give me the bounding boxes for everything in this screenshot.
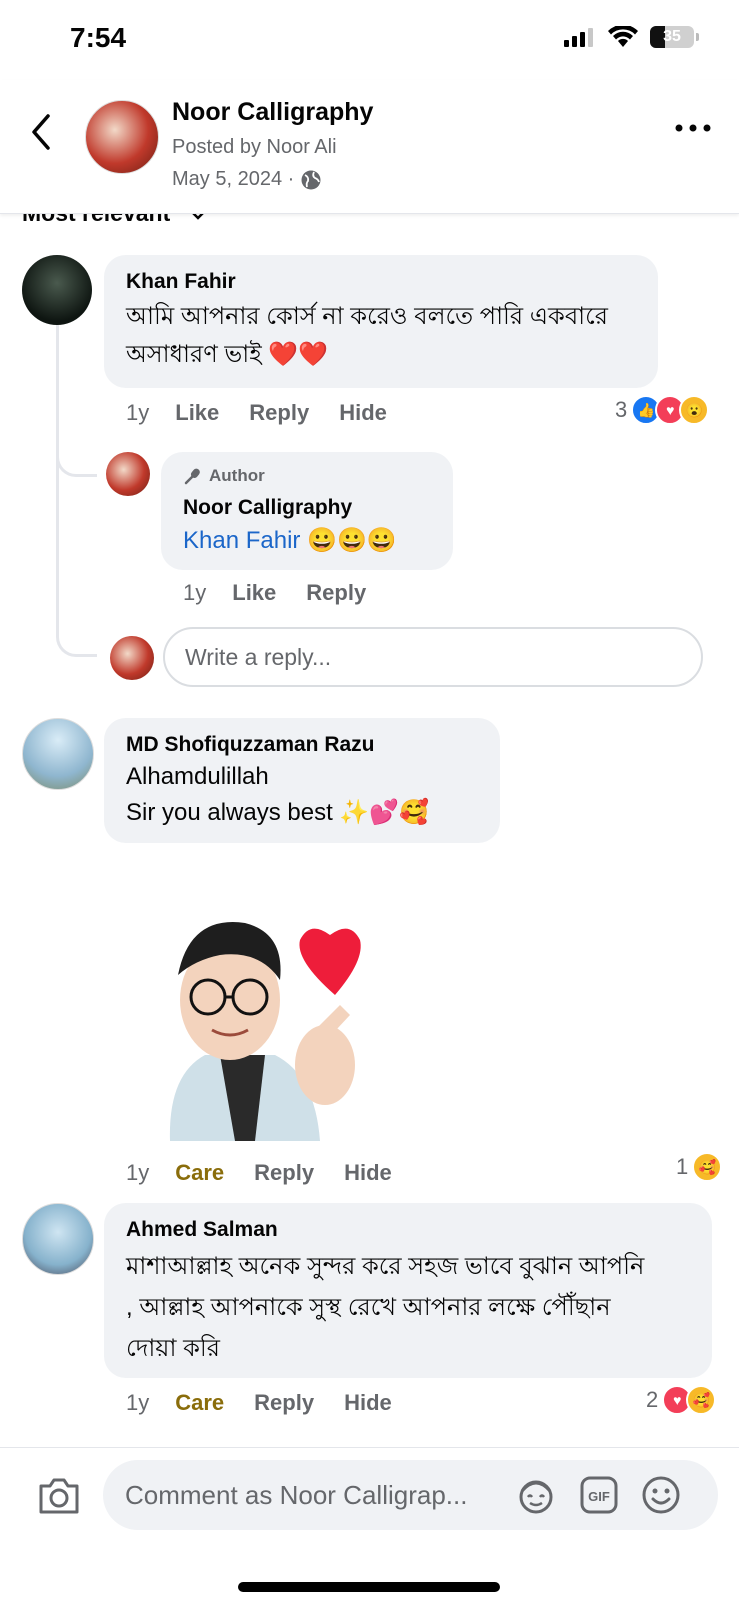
- comment-actions: 1y Like Reply Hide: [126, 400, 417, 426]
- care-reaction-icon: 🥰: [686, 1385, 717, 1415]
- commenter-avatar[interactable]: [22, 255, 92, 325]
- reply-button[interactable]: Reply: [254, 1160, 314, 1186]
- comment-text-line: Sir you always best ✨💕🥰: [126, 799, 430, 826]
- comment-bubble: MD Shofiquzzaman Razu Alhamdulillah Sir …: [104, 718, 500, 843]
- comment-text-line: আমি আপনার কোর্স না করেও বলতে পারি একবারে: [126, 303, 608, 330]
- reply-input-placeholder: Write a reply...: [185, 644, 332, 670]
- comment-text-line: মাশাআল্লাহ অনেক সুন্দর করে সহজ ভাবে বুঝা…: [126, 1253, 645, 1280]
- current-user-avatar: [110, 636, 154, 680]
- emoji-icon[interactable]: [641, 1475, 681, 1515]
- battery-level: 35: [663, 28, 681, 45]
- reaction-summary[interactable]: 1 🥰: [676, 1152, 723, 1182]
- comment-bubble: Khan Fahir আমি আপনার কোর্স না করেও বলতে …: [104, 255, 658, 388]
- comment-text: আমি আপনার কোর্স না করেও বলতে পারি একবারে…: [126, 298, 608, 374]
- commenter-name[interactable]: Khan Fahir: [126, 270, 236, 294]
- more-options-icon[interactable]: [673, 118, 713, 138]
- care-button[interactable]: Care: [175, 1160, 224, 1186]
- reaction-summary[interactable]: 2 ♥ 🥰: [646, 1385, 717, 1415]
- comment-text-line: Alhamdulillah: [126, 763, 269, 790]
- home-indicator: [238, 1582, 500, 1592]
- comment-text: মাশাআল্লাহ অনেক সুন্দর করে সহজ ভাবে বুঝা…: [126, 1246, 644, 1369]
- comment-input[interactable]: Comment as Noor Calligrap... GIF: [103, 1460, 718, 1530]
- status-icons: 35: [564, 26, 699, 48]
- microphone-icon: [184, 468, 200, 485]
- avatar-sticker-image[interactable]: [150, 905, 380, 1141]
- comment-text: Alhamdulillah Sir you always best ✨💕🥰: [126, 759, 429, 831]
- commenter-name[interactable]: MD Shofiquzzaman Razu: [126, 733, 375, 757]
- mention-link[interactable]: Khan Fahir: [183, 527, 300, 554]
- comment-bubble: Ahmed Salman মাশাআল্লাহ অনেক সুন্দর করে …: [104, 1203, 712, 1378]
- care-reaction-icon: 🥰: [692, 1152, 723, 1182]
- reply-input[interactable]: Write a reply...: [163, 627, 703, 687]
- reply-text: Khan Fahir 😀😀😀: [183, 522, 397, 560]
- commenter-avatar[interactable]: [22, 718, 94, 790]
- commenter-avatar[interactable]: [22, 1203, 94, 1275]
- reply-actions: 1y Like Reply: [183, 580, 396, 606]
- back-arrow-icon[interactable]: [24, 110, 60, 154]
- comment-actions: 1y Care Reply Hide: [126, 1390, 422, 1416]
- reply-age: 1y: [183, 580, 207, 605]
- like-button[interactable]: Like: [232, 580, 276, 606]
- svg-text:GIF: GIF: [588, 1489, 610, 1504]
- thread-branch-2: [56, 620, 97, 657]
- comment-composer-bar: Comment as Noor Calligrap... GIF: [0, 1447, 739, 1601]
- avatar-sticker-icon[interactable]: [516, 1475, 556, 1515]
- comment-age: 1y: [126, 1160, 150, 1185]
- hide-button[interactable]: Hide: [344, 1160, 392, 1186]
- post-date: May 5, 2024 ·: [172, 168, 322, 191]
- thread-branch-1: [56, 440, 97, 477]
- comment-text-line: অসাধারণ ভাই ❤️❤️: [126, 341, 329, 368]
- status-time: 7:54: [70, 22, 127, 53]
- reply-bubble: Author Noor Calligraphy Khan Fahir 😀😀😀: [161, 452, 453, 570]
- posted-by-label: Posted by Noor Ali: [172, 136, 337, 158]
- comment-age: 1y: [126, 400, 150, 425]
- author-badge: Author: [183, 466, 265, 486]
- reply-author-name[interactable]: Noor Calligraphy: [183, 496, 352, 520]
- page-avatar[interactable]: [85, 100, 159, 174]
- comment-input-placeholder: Comment as Noor Calligrap...: [125, 1480, 468, 1510]
- comment-age: 1y: [126, 1390, 150, 1415]
- reply-emoji: 😀😀😀: [307, 527, 397, 554]
- hide-button[interactable]: Hide: [344, 1390, 392, 1416]
- reaction-summary[interactable]: 3 👍 ♥ 😮: [615, 395, 710, 425]
- globe-icon: [301, 170, 321, 189]
- hide-button[interactable]: Hide: [339, 400, 387, 426]
- wow-reaction-icon: 😮: [679, 395, 710, 425]
- gif-icon[interactable]: GIF: [579, 1475, 619, 1515]
- reaction-count: 1: [676, 1154, 689, 1179]
- care-button[interactable]: Care: [175, 1390, 224, 1416]
- like-button[interactable]: Like: [175, 400, 219, 426]
- wifi-icon: [608, 26, 638, 47]
- reaction-count: 2: [646, 1387, 659, 1412]
- reply-button[interactable]: Reply: [249, 400, 309, 426]
- comment-text-line: , আল্লাহ আপনাকে সুস্থ রেখে আপনার লক্ষে প…: [126, 1294, 611, 1321]
- camera-icon[interactable]: [37, 1476, 81, 1516]
- thread-line: [56, 325, 59, 635]
- status-bar: 7:54 35: [0, 0, 739, 80]
- page-name[interactable]: Noor Calligraphy: [172, 98, 373, 127]
- reply-button[interactable]: Reply: [254, 1390, 314, 1416]
- battery-icon: 35: [650, 26, 694, 48]
- cellular-signal-icon: [564, 28, 593, 47]
- commenter-name[interactable]: Ahmed Salman: [126, 1218, 278, 1242]
- comment-actions: 1y Care Reply Hide: [126, 1160, 422, 1186]
- post-header: Noor Calligraphy Posted by Noor Ali May …: [0, 80, 739, 214]
- comment-text-line: দোয়া করি: [126, 1335, 220, 1362]
- reaction-count: 3: [615, 397, 628, 422]
- reply-button[interactable]: Reply: [306, 580, 366, 606]
- author-avatar[interactable]: [106, 452, 150, 496]
- post-date-text: May 5, 2024 ·: [172, 168, 295, 190]
- author-badge-label: Author: [209, 466, 265, 485]
